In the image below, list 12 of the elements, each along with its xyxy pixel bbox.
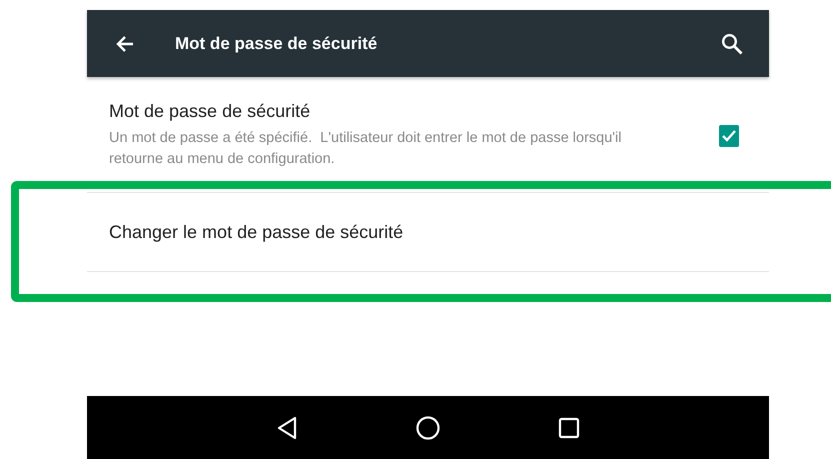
app-bar-title: Mot de passe de sécurité: [175, 34, 378, 54]
setting-title: Changer le mot de passe de sécurité: [109, 222, 404, 242]
square-icon[interactable]: [558, 416, 580, 438]
setting-title: Mot de passe de sécurité: [109, 101, 312, 122]
settings-row[interactable]: Changer le mot de passe de sécurité: [87, 193, 769, 272]
back-triangle-icon[interactable]: [276, 416, 298, 440]
checkbox[interactable]: [719, 124, 739, 146]
settings-row[interactable]: Mot de passe de sécurité Un mot de passe a été spécifié. L'utilisateur doit entrer le mot de passe lorsqu'il retourne au menu de configuration.: [87, 77, 769, 193]
home-circle-icon[interactable]: [414, 414, 441, 440]
setting-summary: Un mot de passe a été spécifié. L'utilisateur doit entrer le mot de passe lorsqu'il retourne au menu de configuration.: [109, 129, 622, 169]
search-icon[interactable]: [721, 32, 743, 54]
back-arrow-icon[interactable]: [115, 34, 135, 54]
